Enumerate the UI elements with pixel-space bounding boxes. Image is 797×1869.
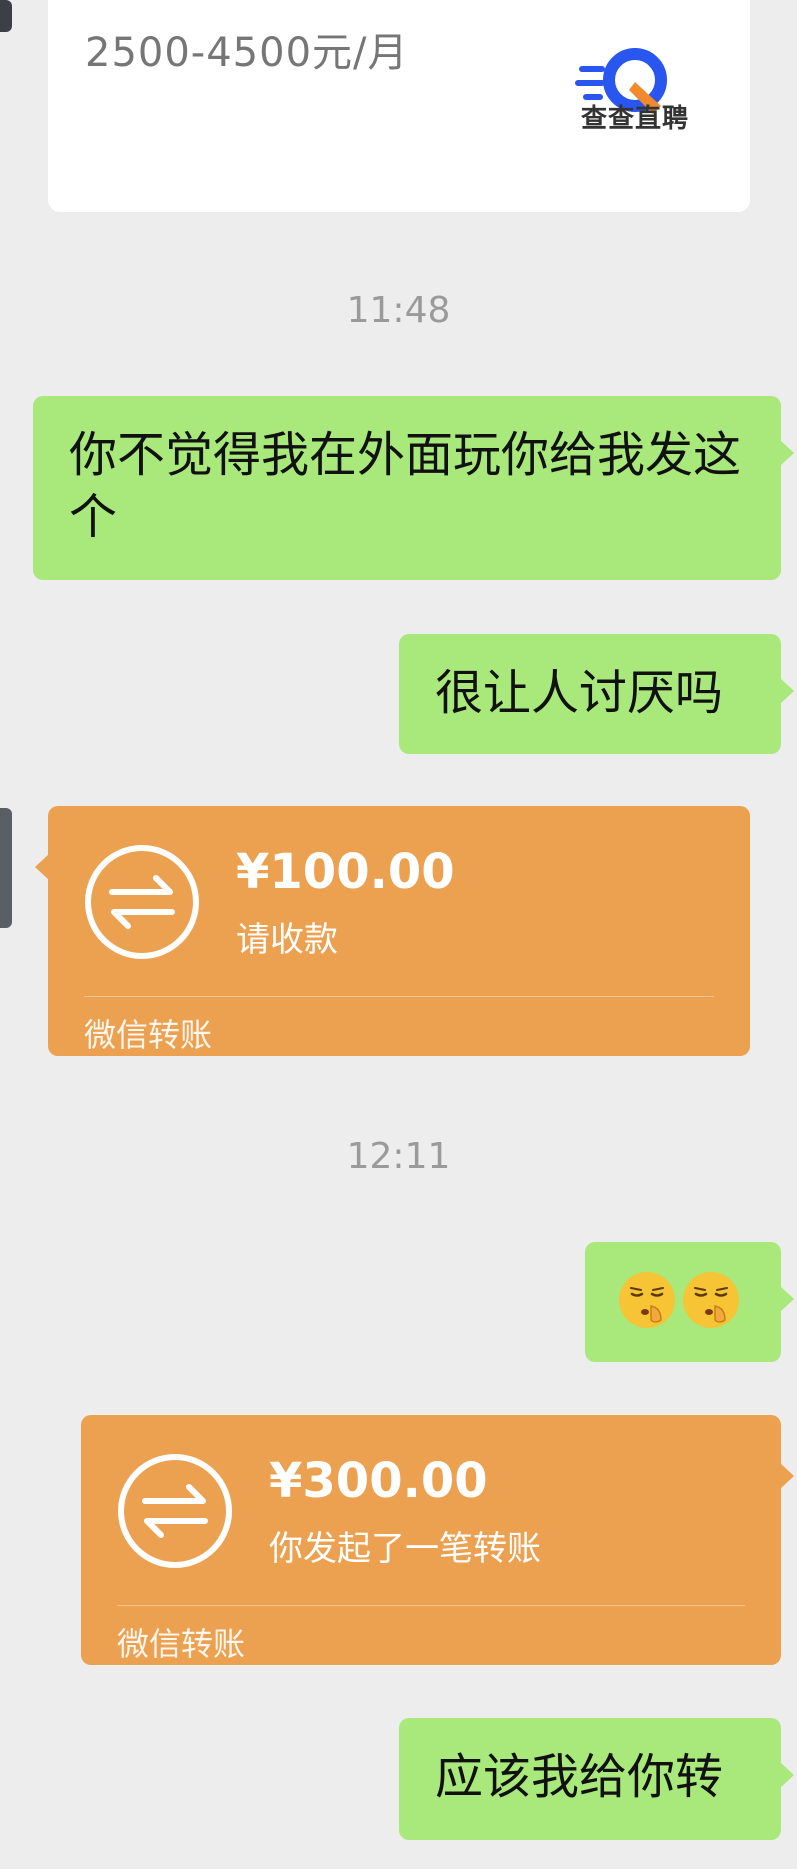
job-logo-text: 查查直聘 <box>581 104 690 134</box>
shushing-face-emoji <box>619 1272 675 1328</box>
divider <box>117 1605 745 1606</box>
transfer-arrows-icon <box>85 845 199 959</box>
transfer-status: 你发起了一笔转账 <box>269 1529 541 1569</box>
transfer-amount: ¥300.00 <box>269 1453 488 1509</box>
transfer-arrows-icon <box>118 1454 232 1568</box>
outgoing-message[interactable]: 你不觉得我在外面玩你给我发这个 <box>33 396 794 580</box>
outgoing-message[interactable]: 很让人讨厌吗 <box>399 634 794 754</box>
emoji-row <box>617 1270 741 1330</box>
shushing-face-emoji <box>683 1272 739 1328</box>
transfer-footer: 微信转账 <box>117 1625 246 1663</box>
message-text: 你不觉得我在外面玩你给我发这个 <box>69 427 742 545</box>
transfer-amount: ¥100.00 <box>236 844 455 900</box>
message-text: 应该我给你转 <box>435 1749 724 1805</box>
divider <box>84 996 714 997</box>
sender-avatar[interactable] <box>0 0 12 32</box>
job-salary: 2500-4500元/月 <box>85 30 409 76</box>
outgoing-message[interactable] <box>585 1242 794 1362</box>
transfer-footer: 微信转账 <box>84 1016 213 1054</box>
outgoing-message[interactable]: 应该我给你转 <box>399 1718 794 1840</box>
transfer-card[interactable]: ¥100.00 请收款 微信转账 <box>35 806 750 1056</box>
message-text: 很让人讨厌吗 <box>435 665 724 721</box>
sender-avatar[interactable] <box>0 808 12 928</box>
transfer-status: 请收款 <box>236 920 338 960</box>
job-share-card[interactable]: 2500-4500元/月 查查直聘 <box>48 0 750 212</box>
chat-timestamp: 11:48 <box>346 290 451 331</box>
chat-timestamp: 12:11 <box>346 1136 451 1177</box>
transfer-card[interactable]: ¥300.00 你发起了一笔转账 微信转账 <box>81 1415 794 1665</box>
